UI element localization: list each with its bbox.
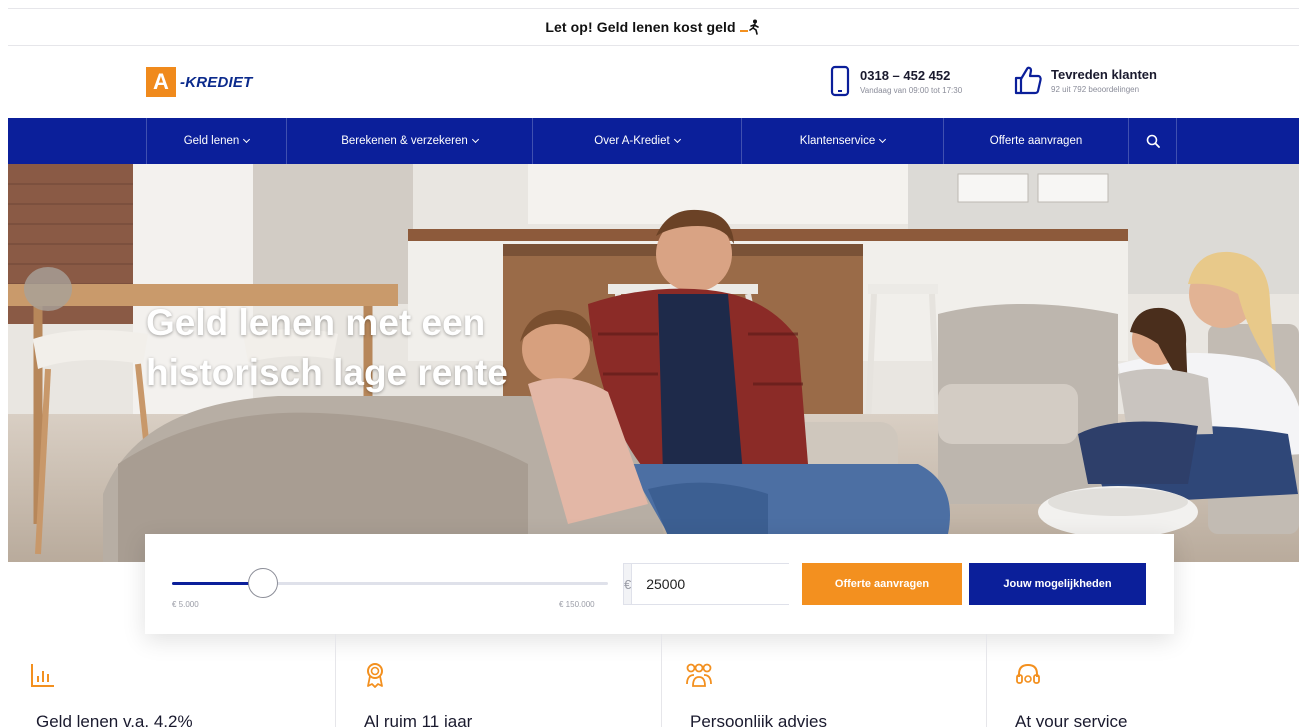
- reviews-count: 92 uit 792 beoordelingen: [1051, 84, 1140, 94]
- feature-label: Persoonlijk advies: [690, 712, 828, 727]
- hero-title-line-1: Geld lenen met een: [146, 302, 486, 343]
- nav-label: Over A-Krediet: [594, 135, 670, 147]
- chevron-down-icon: [879, 135, 887, 144]
- chevron-down-icon: [243, 135, 251, 144]
- nav-label: Geld lenen: [183, 135, 240, 147]
- main-navigation: Geld lenen Berekenen & verzekeren Over A…: [8, 118, 1299, 164]
- nav-label: Berekenen & verzekeren: [341, 135, 468, 147]
- nav-label: Klantenservice: [799, 135, 876, 147]
- chevron-down-icon: [673, 135, 681, 144]
- headset-icon: [1016, 663, 1040, 684]
- feature-item: At your service: [986, 634, 1299, 727]
- running-person-icon: [739, 19, 762, 35]
- site-header: A -KREDIET 0318 – 452 452 Vandaag van 09…: [8, 46, 1299, 118]
- jouw-mogelijkheden-button[interactable]: Jouw mogelijkheden: [969, 563, 1146, 605]
- slider-max-label: € 150.000: [559, 600, 595, 609]
- slider-min-label: € 5.000: [172, 600, 199, 609]
- phone-contact[interactable]: 0318 – 452 452 Vandaag van 09:00 tot 17:…: [828, 64, 962, 98]
- nav-item-geld-lenen[interactable]: Geld lenen: [146, 118, 287, 164]
- thumbs-up-icon: [1014, 66, 1042, 95]
- legal-warning-bar: Let op! Geld lenen kost geld: [8, 8, 1299, 46]
- people-icon: [686, 663, 712, 687]
- feature-label: Al ruim 11 jaar: [364, 712, 473, 727]
- nav-label: Offerte aanvragen: [989, 135, 1083, 147]
- slider-handle[interactable]: [248, 568, 279, 598]
- hero-banner: Geld lenen met een historisch lage rente: [8, 164, 1299, 562]
- logo-mark: A: [146, 67, 176, 97]
- chevron-down-icon: [471, 135, 479, 144]
- amount-field: €: [623, 563, 828, 605]
- reviews-title: Tevreden klanten: [1051, 66, 1157, 82]
- feature-item: Geld lenen v.a. 4,2%: [8, 634, 335, 727]
- nav-item-klantenservice[interactable]: Klantenservice: [742, 118, 944, 164]
- loan-calculator: € 5.000 € 150.000 € Offerte aanvragen Jo…: [145, 534, 1174, 634]
- customer-reviews[interactable]: Tevreden klanten 92 uit 792 beoordelinge…: [1013, 64, 1157, 96]
- search-icon: [1146, 134, 1160, 148]
- logo-wordmark: -KREDIET: [180, 73, 253, 91]
- currency-prefix: €: [624, 564, 633, 604]
- phone-number[interactable]: 0318 – 452 452: [860, 68, 962, 83]
- nav-search-button[interactable]: [1129, 118, 1177, 164]
- hero-title-line-2: historisch lage rente: [146, 352, 508, 393]
- award-icon: [367, 663, 383, 688]
- feature-item: Persoonlijk advies: [661, 634, 986, 727]
- loan-amount-slider[interactable]: [172, 568, 608, 598]
- amount-input[interactable]: [632, 564, 828, 604]
- nav-item-offerte-aanvragen[interactable]: Offerte aanvragen: [944, 118, 1129, 164]
- hero-title: Geld lenen met een historisch lage rente: [146, 298, 508, 398]
- legal-warning-text: Let op! Geld lenen kost geld: [545, 19, 736, 35]
- a-krediet-logo[interactable]: A -KREDIET: [146, 67, 252, 97]
- usp-features: Geld lenen v.a. 4,2% Al ruim 11 jaar Per…: [8, 634, 1299, 727]
- feature-item: Al ruim 11 jaar: [335, 634, 661, 727]
- phone-icon: [830, 65, 850, 97]
- nav-item-berekenen-verzekeren[interactable]: Berekenen & verzekeren: [287, 118, 533, 164]
- feature-label: At your service: [1015, 712, 1128, 727]
- phone-hours: Vandaag van 09:00 tot 17:30: [860, 85, 963, 95]
- offerte-aanvragen-button[interactable]: Offerte aanvragen: [802, 563, 962, 605]
- nav-item-over-a-krediet[interactable]: Over A-Krediet: [533, 118, 742, 164]
- chart-icon: [31, 664, 54, 687]
- feature-label: Geld lenen v.a. 4,2%: [36, 712, 193, 727]
